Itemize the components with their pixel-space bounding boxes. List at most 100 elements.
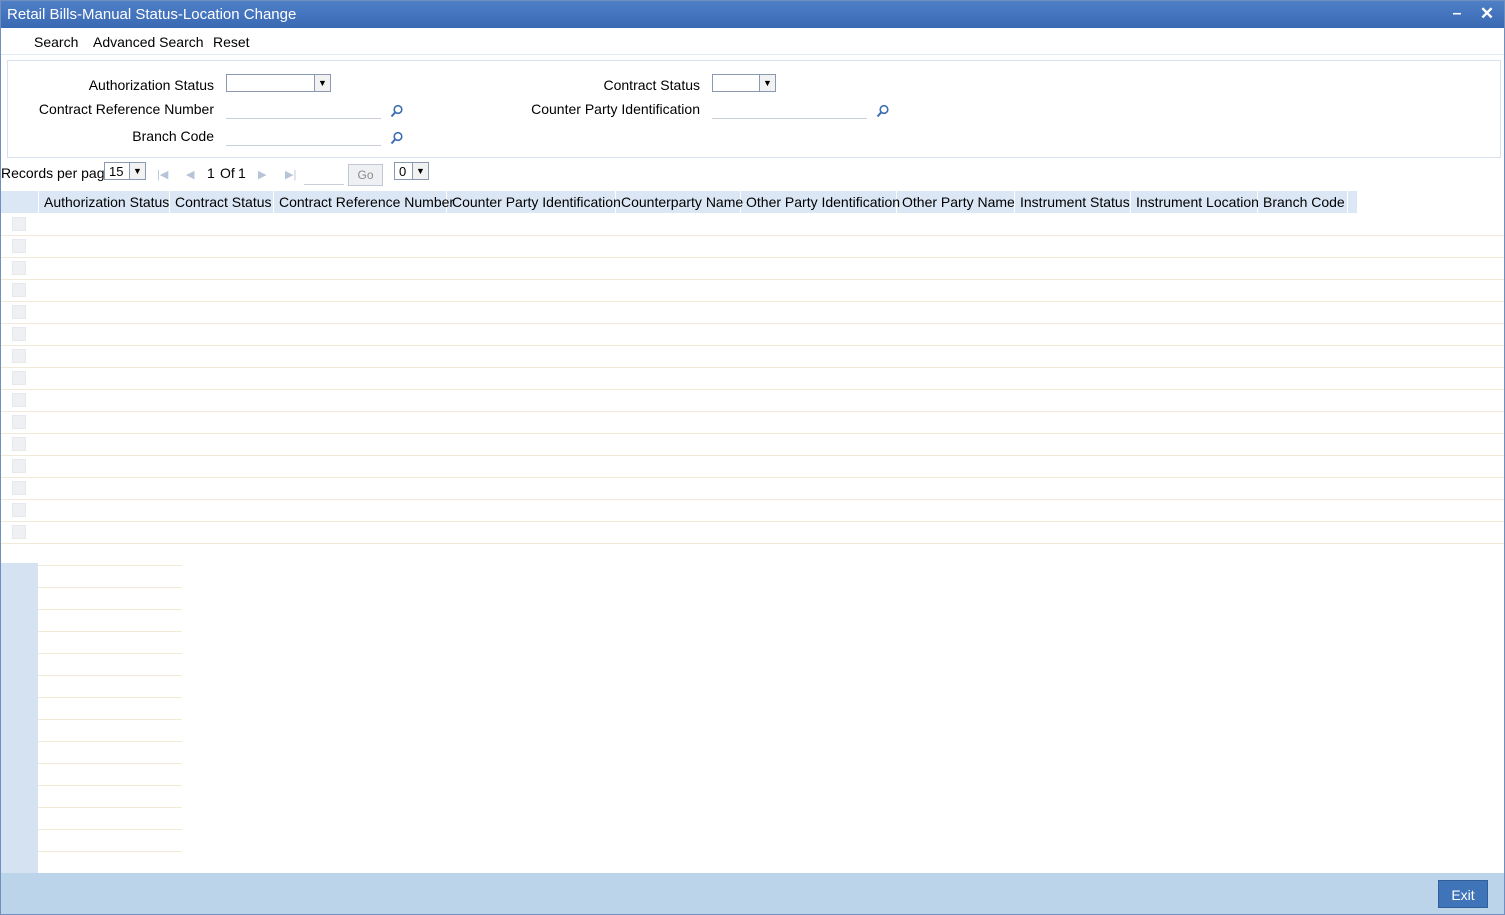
chevron-down-icon: ▼ bbox=[129, 163, 145, 179]
table-row bbox=[1, 455, 1504, 456]
filler-row-line bbox=[38, 851, 182, 852]
first-page-icon[interactable]: |◀ bbox=[157, 168, 168, 181]
authorization-status-label: Authorization Status bbox=[88, 77, 214, 93]
title-bar: Retail Bills-Manual Status-Location Chan… bbox=[1, 1, 1504, 28]
of-label: Of bbox=[220, 165, 235, 181]
filler-row-line bbox=[38, 763, 182, 764]
table-row bbox=[1, 367, 1504, 368]
row-checkbox[interactable] bbox=[12, 481, 26, 495]
filler-row-line bbox=[38, 675, 182, 676]
search-icon[interactable] bbox=[390, 131, 404, 145]
column-header[interactable]: Instrument Location bbox=[1131, 191, 1259, 213]
filler-row-line bbox=[38, 697, 182, 698]
search-criteria-panel: Authorization Status ▼ Contract Status ▼… bbox=[7, 60, 1501, 158]
go-button[interactable]: Go bbox=[348, 164, 383, 186]
column-header[interactable]: Counterparty Name bbox=[616, 191, 743, 213]
table-row bbox=[1, 301, 1504, 302]
advanced-search-menu-item[interactable]: Advanced Search bbox=[93, 34, 204, 50]
row-checkbox[interactable] bbox=[12, 503, 26, 517]
counter-party-id-input[interactable] bbox=[712, 101, 867, 119]
table-row bbox=[1, 279, 1504, 280]
row-checkbox[interactable] bbox=[12, 239, 26, 253]
filler-row-line bbox=[38, 741, 182, 742]
row-checkbox[interactable] bbox=[12, 261, 26, 275]
grid-header: Authorization Status Contract Status Con… bbox=[1, 191, 1358, 213]
row-checkbox[interactable] bbox=[12, 305, 26, 319]
filler-row-line bbox=[38, 565, 182, 566]
chevron-down-icon: ▼ bbox=[759, 75, 775, 91]
table-row bbox=[1, 543, 1504, 544]
pagination-bar: Records per page 15 ▼ |◀ ◀ 1 Of 1 ▶ ▶| G… bbox=[1, 159, 1504, 189]
next-page-icon[interactable]: ▶ bbox=[258, 168, 266, 181]
contract-status-label: Contract Status bbox=[603, 77, 701, 93]
table-row bbox=[1, 257, 1504, 258]
filler-row-line bbox=[38, 829, 182, 830]
filler-row-line bbox=[38, 609, 182, 610]
contract-reference-input[interactable] bbox=[226, 101, 381, 119]
filler-row-line bbox=[38, 807, 182, 808]
row-checkbox[interactable] bbox=[12, 393, 26, 407]
search-icon[interactable] bbox=[876, 104, 890, 118]
close-button[interactable]: ✕ bbox=[1477, 4, 1497, 24]
table-row bbox=[1, 411, 1504, 412]
row-checkbox[interactable] bbox=[12, 349, 26, 363]
results-grid: Authorization Status Contract Status Con… bbox=[1, 191, 1504, 874]
table-row bbox=[1, 433, 1504, 434]
search-icon[interactable] bbox=[390, 104, 404, 118]
row-checkbox[interactable] bbox=[12, 437, 26, 451]
search-menu-item[interactable]: Search bbox=[34, 34, 78, 50]
table-row bbox=[1, 323, 1504, 324]
filler-row-line bbox=[38, 631, 182, 632]
counter-party-id-label: Counter Party Identification bbox=[531, 101, 700, 117]
goto-page-input[interactable] bbox=[304, 167, 344, 185]
table-row bbox=[1, 235, 1504, 236]
table-row bbox=[1, 477, 1504, 478]
select-all-column[interactable] bbox=[1, 191, 39, 213]
previous-page-icon[interactable]: ◀ bbox=[186, 168, 194, 181]
reset-menu-item[interactable]: Reset bbox=[213, 34, 250, 50]
column-header[interactable]: Contract Reference Number bbox=[274, 191, 454, 213]
row-checkbox[interactable] bbox=[12, 459, 26, 473]
table-row bbox=[1, 521, 1504, 522]
row-checkbox[interactable] bbox=[12, 283, 26, 297]
footer-bar: Exit bbox=[1, 873, 1504, 914]
current-page: 1 bbox=[207, 165, 215, 181]
column-header[interactable]: Other Party Identification bbox=[741, 191, 900, 213]
table-row bbox=[1, 499, 1504, 500]
window-title: Retail Bills-Manual Status-Location Chan… bbox=[7, 6, 297, 23]
row-checkbox[interactable] bbox=[12, 525, 26, 539]
window: Retail Bills-Manual Status-Location Chan… bbox=[0, 0, 1505, 915]
column-header[interactable]: Counter Party Identification bbox=[447, 191, 621, 213]
contract-status-select[interactable]: ▼ bbox=[712, 74, 776, 92]
authorization-status-select[interactable]: ▼ bbox=[226, 74, 331, 92]
column-spacer bbox=[1348, 191, 1358, 213]
minimize-button[interactable]: – bbox=[1447, 4, 1467, 24]
filler-row-line bbox=[38, 719, 182, 720]
records-per-page-select[interactable]: 15 ▼ bbox=[104, 162, 146, 180]
filler-row-line bbox=[38, 653, 182, 654]
records-per-page-value: 15 bbox=[109, 164, 124, 179]
contract-reference-label: Contract Reference Number bbox=[38, 101, 214, 117]
branch-code-label: Branch Code bbox=[132, 128, 214, 144]
chevron-down-icon: ▼ bbox=[412, 163, 428, 179]
filler-row-line bbox=[38, 587, 182, 588]
branch-code-input[interactable] bbox=[226, 128, 381, 146]
column-header[interactable]: Contract Status bbox=[170, 191, 274, 213]
last-page-icon[interactable]: ▶| bbox=[285, 168, 296, 181]
page-select[interactable]: 0 ▼ bbox=[394, 162, 429, 180]
exit-button[interactable]: Exit bbox=[1438, 880, 1488, 908]
table-row bbox=[1, 389, 1504, 390]
column-header[interactable]: Instrument Status bbox=[1015, 191, 1131, 213]
row-checkbox[interactable] bbox=[12, 415, 26, 429]
column-header[interactable]: Authorization Status bbox=[39, 191, 170, 213]
records-per-page-label: Records per page bbox=[1, 165, 113, 181]
table-row bbox=[1, 345, 1504, 346]
total-pages: 1 bbox=[238, 165, 246, 181]
column-header[interactable]: Other Party Name bbox=[897, 191, 1015, 213]
column-header[interactable]: Branch Code bbox=[1258, 191, 1348, 213]
filler-row-line bbox=[38, 785, 182, 786]
row-selector-strip bbox=[1, 563, 38, 873]
row-checkbox[interactable] bbox=[12, 327, 26, 341]
row-checkbox[interactable] bbox=[12, 371, 26, 385]
row-checkbox[interactable] bbox=[12, 217, 26, 231]
